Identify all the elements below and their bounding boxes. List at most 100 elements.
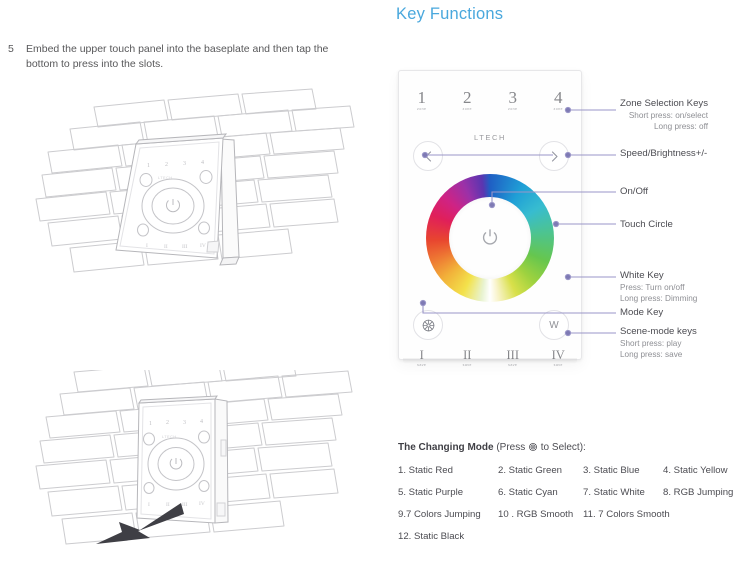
annotation-mode-key-title: Mode Key [620,307,664,318]
annotation-white-key-title: White Key [620,270,664,281]
step-description: Embed the upper touch panel into the bas… [26,43,329,70]
annotation-touch-circle-title: Touch Circle [620,219,673,230]
changing-mode-list: 1. Static Red 2. Static Green 3. Static … [398,465,738,542]
annotation-zone-selection-keys: Zone Selection Keys Short press: on/sele… [620,97,708,132]
illustration-press-panel: 1 2 3 4 LTECH I II III IV [18,370,358,565]
changing-mode-item-8: 8. RGB Jumping [663,487,734,498]
zone-key-2[interactable]: 2 zone [445,89,491,111]
svg-text:1: 1 [149,421,152,427]
white-key-label: W [549,319,559,331]
changing-mode-item-11: 11. 7 Colors Smooth [583,509,670,520]
svg-text:I: I [148,502,150,508]
changing-mode-item-1: 1. Static Red [398,465,453,476]
changing-mode-heading-bold: The Changing Mode [398,442,494,453]
zone-key-3[interactable]: 3 zone [490,89,536,111]
changing-mode-section: The Changing Mode (Press to Select): 1. … [398,441,738,553]
speed-brightness-increase-button[interactable] [539,141,569,171]
zone-key-1-number: 1 [417,88,427,107]
annotation-scene-mode-keys-title: Scene-mode keys [620,326,697,337]
svg-text:2: 2 [166,420,169,426]
zone-key-2-number: 2 [463,88,472,107]
annotation-scene-mode-keys-line1: Short press: play [620,339,682,348]
svg-text:1: 1 [147,163,150,169]
svg-text:3: 3 [183,161,186,167]
annotation-zone-selection-keys-line2: Long press: off [653,122,708,131]
installation-step: 5 Embed the upper touch panel into the b… [8,42,360,72]
annotation-white-key-line1: Press: Turn on/off [620,283,685,292]
svg-text:4: 4 [200,419,203,425]
changing-mode-heading-post: to Select): [538,442,586,453]
changing-mode-row-3: 9.7 Colors Jumping 10 . RGB Smooth 11. 7… [398,509,738,520]
touch-panel-device: 1 zone 2 zone 3 zone 4 zone LTECH W I sa… [398,70,582,367]
changing-mode-item-10: 10 . RGB Smooth [498,509,574,520]
svg-text:III: III [182,244,188,250]
svg-text:I: I [146,243,148,249]
mode-wheel-icon [422,319,434,331]
annotation-zone-selection-keys-line1: Short press: on/select [628,111,708,120]
changing-mode-item-2: 2. Static Green [498,465,562,476]
scene-key-2-label: save [462,363,472,367]
scene-key-4-number: IV [551,348,565,362]
changing-mode-item-3: 3. Static Blue [583,465,640,476]
power-button[interactable] [449,197,531,279]
zone-key-1-label: zone [417,107,427,111]
step-number: 5 [8,43,14,55]
scene-key-3[interactable]: III save [490,348,536,368]
scene-key-row: I save II save III save IV save [399,348,582,368]
scene-key-3-number: III [506,348,520,362]
scene-key-2[interactable]: II save [445,348,491,368]
annotation-zone-selection-keys-title: Zone Selection Keys [620,98,708,109]
changing-mode-heading-pre: (Press [493,442,528,453]
white-key-button[interactable]: W [539,310,569,340]
zone-key-4[interactable]: 4 zone [536,89,582,111]
svg-text:2: 2 [165,162,168,168]
power-icon [482,229,498,245]
annotation-on-off: On/Off [620,185,648,198]
annotation-scene-mode-keys-line2: Long press: save [620,350,683,359]
changing-mode-item-5: 5. Static Purple [398,487,464,498]
changing-mode-row-1: 1. Static Red 2. Static Green 3. Static … [398,465,738,476]
zone-key-1[interactable]: 1 zone [399,89,445,111]
annotation-speed-brightness-title: Speed/Brightness+/- [620,148,708,159]
page-title: Key Functions [396,5,504,23]
scene-key-3-label: save [508,363,518,367]
speed-brightness-decrease-button[interactable] [413,141,443,171]
scene-key-1-label: save [417,363,427,367]
illustration-embed-panel: 1 2 3 4 LTECH I II III IV [18,82,358,292]
changing-mode-item-9: 9.7 Colors Jumping [398,509,481,520]
annotation-mode-key: Mode Key [620,306,663,319]
svg-text:IV: IV [199,501,205,507]
annotation-white-key-line2: Long press: Dimming [620,294,698,303]
scene-key-2-number: II [463,348,472,362]
zone-key-2-label: zone [462,107,472,111]
page-canvas: 5 Embed the upper touch panel into the b… [0,0,741,565]
mode-key-button[interactable] [413,310,443,340]
scene-key-4[interactable]: IV save [536,348,582,368]
svg-text:II: II [166,502,170,508]
svg-text:II: II [164,244,168,250]
changing-mode-item-12: 12. Static Black [398,531,465,542]
changing-mode-item-7: 7. Static White [583,487,645,498]
zone-key-3-number: 3 [508,88,518,107]
zone-key-4-label: zone [553,107,563,111]
annotation-on-off-title: On/Off [620,186,649,197]
zone-key-row: 1 zone 2 zone 3 zone 4 zone [399,89,581,111]
changing-mode-heading: The Changing Mode (Press to Select): [398,441,738,455]
zone-key-3-label: zone [508,107,518,111]
svg-text:IV: IV [200,243,206,249]
svg-text:4: 4 [201,160,204,166]
svg-text:III: III [182,502,188,508]
scene-key-1[interactable]: I save [399,349,445,368]
scene-key-4-label: save [553,363,563,367]
mode-wheel-icon-inline [529,443,537,451]
annotation-touch-circle: Touch Circle [620,218,673,231]
svg-text:3: 3 [183,420,186,426]
changing-mode-row-4: 12. Static Black [398,531,738,542]
annotation-scene-mode-keys: Scene-mode keys Short press: play Long p… [620,325,697,360]
zone-key-4-number: 4 [554,88,563,107]
annotation-speed-brightness: Speed/Brightness+/- [620,147,707,160]
changing-mode-row-2: 5. Static Purple 6. Static Cyan 7. Stati… [398,487,738,498]
annotation-white-key: White Key Press: Turn on/off Long press:… [620,269,697,304]
changing-mode-item-6: 6. Static Cyan [498,487,558,498]
touch-circle[interactable] [426,174,554,302]
